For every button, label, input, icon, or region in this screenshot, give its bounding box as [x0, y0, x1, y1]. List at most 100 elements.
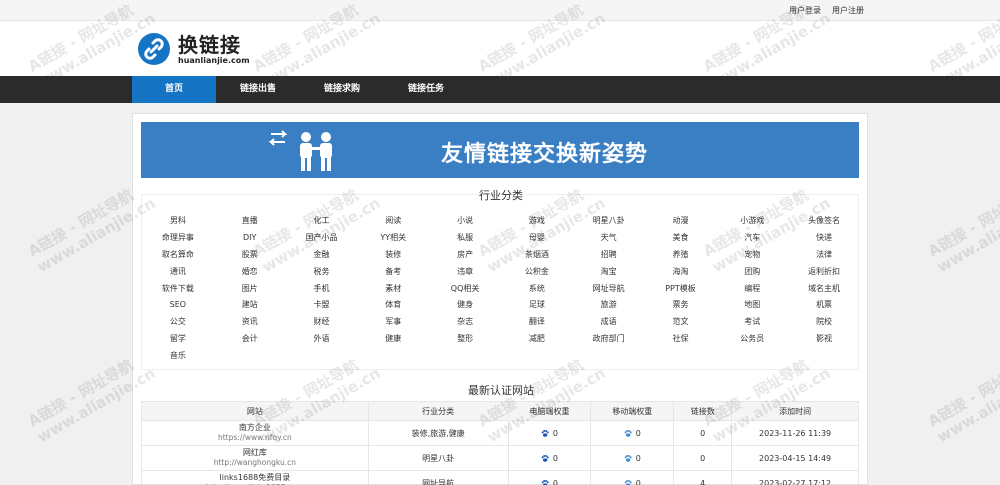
category-link[interactable]: DIY — [214, 230, 286, 247]
category-link[interactable]: 动漫 — [645, 213, 717, 230]
category-link[interactable]: QQ相关 — [429, 281, 501, 298]
category-link[interactable]: 整形 — [429, 331, 501, 348]
category-link[interactable]: 备考 — [357, 264, 429, 281]
category-link[interactable]: 团购 — [716, 264, 788, 281]
category-link[interactable]: 手机 — [286, 281, 358, 298]
nav-item-2[interactable]: 链接求购 — [300, 76, 384, 103]
category-link[interactable]: 健身 — [429, 297, 501, 314]
category-link[interactable]: 淘宝 — [573, 264, 645, 281]
category-link[interactable]: 社保 — [645, 331, 717, 348]
category-link[interactable]: 范文 — [645, 314, 717, 331]
category-link[interactable]: 房产 — [429, 247, 501, 264]
category-link[interactable]: 国产小品 — [286, 230, 358, 247]
category-link[interactable]: 域名主机 — [788, 281, 860, 298]
category-link[interactable]: 院校 — [788, 314, 860, 331]
category-link[interactable]: 返利折扣 — [788, 264, 860, 281]
category-link[interactable]: 足球 — [501, 297, 573, 314]
site-logo[interactable]: 换链接 huanlianjie.com — [138, 32, 250, 66]
category-link[interactable]: 地图 — [716, 297, 788, 314]
category-link[interactable]: 政府部门 — [573, 331, 645, 348]
category-link[interactable]: 音乐 — [142, 348, 214, 365]
category-link[interactable]: 海淘 — [645, 264, 717, 281]
category-link[interactable]: 小游戏 — [716, 213, 788, 230]
category-link[interactable]: 快递 — [788, 230, 860, 247]
category-link[interactable]: 头像签名 — [788, 213, 860, 230]
category-link[interactable]: 机票 — [788, 297, 860, 314]
category-link[interactable]: 软件下载 — [142, 281, 214, 298]
login-link[interactable]: 用户登录 — [789, 5, 821, 16]
category-link[interactable]: 体育 — [357, 297, 429, 314]
category-link[interactable]: 军事 — [357, 314, 429, 331]
category-link[interactable]: 法律 — [788, 247, 860, 264]
category-link[interactable]: 命理异事 — [142, 230, 214, 247]
category-link[interactable]: 影视 — [788, 331, 860, 348]
category-link[interactable]: PPT模板 — [645, 281, 717, 298]
category-link[interactable]: 素材 — [357, 281, 429, 298]
category-link[interactable]: 图片 — [214, 281, 286, 298]
site-name[interactable]: 网红库 — [142, 448, 368, 458]
category-link[interactable]: 美食 — [645, 230, 717, 247]
watermark-line1: A链接 - 网址导航 — [25, 185, 137, 261]
category-link[interactable]: 健康 — [357, 331, 429, 348]
category-link[interactable]: 网址导航 — [573, 281, 645, 298]
nav-item-1[interactable]: 链接出售 — [216, 76, 300, 103]
category-link[interactable]: 外语 — [286, 331, 358, 348]
category-link[interactable]: 建站 — [214, 297, 286, 314]
category-link[interactable]: 编程 — [716, 281, 788, 298]
category-link[interactable]: 招聘 — [573, 247, 645, 264]
category-link[interactable]: 婚恋 — [214, 264, 286, 281]
category-link[interactable]: 金融 — [286, 247, 358, 264]
category-link[interactable]: 公交 — [142, 314, 214, 331]
category-link[interactable]: 会计 — [214, 331, 286, 348]
category-link[interactable]: 私服 — [429, 230, 501, 247]
category-link[interactable]: YY相关 — [357, 230, 429, 247]
nav-item-3[interactable]: 链接任务 — [384, 76, 468, 103]
category-link[interactable]: 违章 — [429, 264, 501, 281]
category-link[interactable]: 小说 — [429, 213, 501, 230]
site-url[interactable]: http://wanghongku.cn — [142, 458, 368, 468]
category-link[interactable]: 杂志 — [429, 314, 501, 331]
category-link[interactable]: 母婴 — [501, 230, 573, 247]
site-cell[interactable]: links1688免费目录http://www.links1688.com — [141, 470, 369, 485]
category-link[interactable]: 游戏 — [501, 213, 573, 230]
category-link[interactable]: 减肥 — [501, 331, 573, 348]
category-link[interactable]: SEO — [142, 297, 214, 314]
site-cell[interactable]: 南方企业 https://www.nfqy.cn — [141, 420, 369, 446]
category-link[interactable]: 取名算命 — [142, 247, 214, 264]
category-link[interactable]: 养殖 — [645, 247, 717, 264]
category-link[interactable]: 通讯 — [142, 264, 214, 281]
category-link[interactable]: 公务员 — [716, 331, 788, 348]
category-link[interactable]: 公积金 — [501, 264, 573, 281]
category-link[interactable]: 成语 — [573, 314, 645, 331]
category-link[interactable]: 宠物 — [716, 247, 788, 264]
category-link[interactable]: 留学 — [142, 331, 214, 348]
category-link[interactable]: 明星八卦 — [573, 213, 645, 230]
category-link[interactable]: 财经 — [286, 314, 358, 331]
site-url[interactable]: https://www.nfqy.cn — [142, 433, 368, 443]
category-link[interactable]: 卡盟 — [286, 297, 358, 314]
category-link[interactable]: 考试 — [716, 314, 788, 331]
nav-item-0[interactable]: 首页 — [132, 76, 216, 103]
category-link[interactable]: 汽车 — [716, 230, 788, 247]
category-link[interactable]: 资讯 — [214, 314, 286, 331]
category-link[interactable]: 翻译 — [501, 314, 573, 331]
register-link[interactable]: 用户注册 — [832, 5, 864, 16]
watermark: A链接 - 网址导航www.alianjie.cn — [925, 178, 1000, 276]
category-link[interactable]: 茶烟酒 — [501, 247, 573, 264]
site-cell[interactable]: 网红库 http://wanghongku.cn — [141, 445, 369, 471]
category-link[interactable]: 股票 — [214, 247, 286, 264]
category-link[interactable]: 天气 — [573, 230, 645, 247]
category-link[interactable]: 化工 — [286, 213, 358, 230]
site-name[interactable]: links1688免费目录 — [142, 473, 368, 483]
category-link[interactable]: 装修 — [357, 247, 429, 264]
category-link[interactable]: 男科 — [142, 213, 214, 230]
category-link[interactable]: 票务 — [645, 297, 717, 314]
banner[interactable]: 友情链接交换新姿势 — [141, 122, 859, 178]
category-link[interactable]: 税务 — [286, 264, 358, 281]
table-row: 网红库 http://wanghongku.cn 明星八卦 0 0 0 2023-04-15… — [141, 445, 859, 471]
category-link[interactable]: 系统 — [501, 281, 573, 298]
category-link[interactable]: 直播 — [214, 213, 286, 230]
category-link[interactable]: 旅游 — [573, 297, 645, 314]
category-link[interactable]: 阅读 — [357, 213, 429, 230]
site-name[interactable]: 南方企业 — [142, 423, 368, 433]
